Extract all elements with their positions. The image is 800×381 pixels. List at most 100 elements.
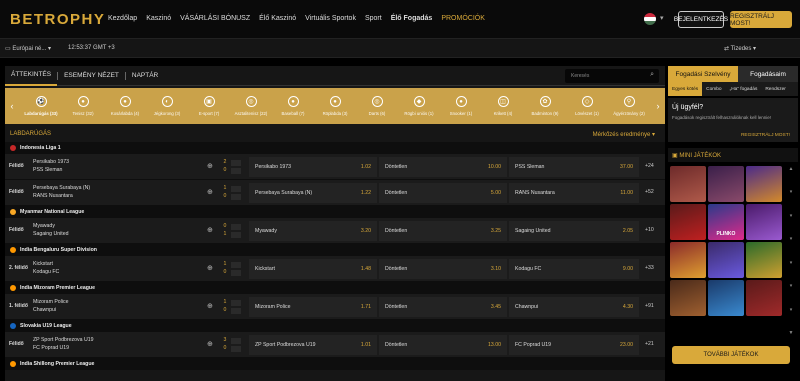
league-header[interactable]: Indonesia Liga 1 — [5, 142, 665, 154]
mini-game-tile[interactable] — [670, 166, 706, 202]
mini-game-tile[interactable] — [708, 166, 744, 202]
sport-item[interactable]: ✿ Badminton (9) — [525, 96, 565, 116]
more-markets-link[interactable]: +52 — [645, 189, 654, 195]
odd-away[interactable]: FC Poprad U19 23.00 — [509, 335, 639, 355]
more-markets-link[interactable]: +10 — [645, 227, 654, 233]
odd-draw[interactable]: Döntetlen 10.00 — [379, 157, 507, 177]
league-header[interactable]: Slovakia U19 League — [5, 320, 665, 332]
match-teams[interactable]: Myawady Sagaing United — [33, 222, 68, 238]
stats-icon[interactable]: ⊕ — [207, 188, 213, 196]
nav-item[interactable]: PROMÓCIÓK — [441, 15, 485, 22]
more-games-button[interactable]: TOVÁBBI JÁTÉKOK — [672, 346, 790, 364]
odd-home[interactable]: ZP Sport Podbrezova U19 1.01 — [249, 335, 377, 355]
sport-item[interactable]: ◇ Lövészet (1) — [567, 96, 607, 116]
nav-item[interactable]: Sport — [365, 15, 382, 22]
sport-item[interactable]: ⚲ Ágyérzönány (2) — [609, 96, 649, 116]
sport-item[interactable]: ◎ Darts (6) — [357, 96, 397, 116]
bet-type-system[interactable]: Rendszer — [761, 82, 790, 96]
chevron-right-icon[interactable]: › — [651, 101, 665, 111]
mini-game-tile[interactable] — [670, 242, 706, 278]
mini-game-tile[interactable]: PLINKO — [708, 204, 744, 240]
mini-game-tile[interactable] — [670, 204, 706, 240]
logo[interactable]: BETROPHY — [10, 11, 105, 28]
odd-away[interactable]: Sagaing United 2.05 — [509, 221, 639, 241]
timezone-select[interactable]: ▭ Európai né... ▾ — [5, 45, 51, 52]
sport-item[interactable]: ▣ E-sport (7) — [189, 96, 229, 116]
match-teams[interactable]: Persebaya Surabaya (N) RANS Nusantara — [33, 184, 90, 200]
nav-item[interactable]: Élő Fogadás — [391, 15, 433, 22]
mini-game-tile[interactable] — [746, 204, 782, 240]
match-teams[interactable]: ZP Sport Podbrezova U19 FC Poprad U19 — [33, 336, 93, 352]
chevron-left-icon[interactable]: ‹ — [5, 101, 19, 111]
nav-item[interactable]: Élő Kaszinó — [259, 15, 296, 22]
more-markets-link[interactable]: +91 — [645, 303, 654, 309]
league-header[interactable]: Myanmar National League — [5, 206, 665, 218]
odd-home[interactable]: Persebaya Surabaya (N) 1.22 — [249, 183, 377, 203]
sport-item[interactable]: ◆ Rögbi uniós (1) — [399, 96, 439, 116]
hungary-flag-icon[interactable] — [644, 13, 656, 25]
odd-draw[interactable]: Döntetlen 5.00 — [379, 183, 507, 203]
mini-game-tile[interactable] — [746, 280, 782, 316]
sport-item[interactable]: ◫ Krikett (4) — [483, 96, 523, 116]
league-header[interactable]: India Bengaluru Super Division — [5, 244, 665, 256]
tab-bet-slip[interactable]: Fogadási Szelvény — [668, 66, 738, 82]
sport-item[interactable]: ● Röplabda (3) — [315, 96, 355, 116]
odd-away[interactable]: Kodagu FC 9.00 — [509, 259, 639, 279]
match-teams[interactable]: Kickstart Kodagu FC — [33, 260, 59, 276]
register-button[interactable]: REGISZTRÁLJ MOST! — [730, 11, 792, 28]
nav-item[interactable]: VÁSÁRLÁSI BÓNUSZ — [180, 15, 250, 22]
sport-item[interactable]: ● Kosárlabda (4) — [105, 96, 145, 116]
search-input[interactable]: Keresés ⌕ — [565, 69, 659, 83]
odd-draw[interactable]: Döntetlen 3.25 — [379, 221, 507, 241]
odd-home[interactable]: Myawady 3.20 — [249, 221, 377, 241]
odd-away[interactable]: RANS Nusantara 11.00 — [509, 183, 639, 203]
sport-item[interactable]: ● Baseball (7) — [273, 96, 313, 116]
mini-game-tile[interactable] — [708, 280, 744, 316]
bet-type-single[interactable]: Egyes kötés — [668, 82, 703, 96]
odds-format-select[interactable]: ⇄ Tizedes ▾ — [724, 45, 756, 52]
match-teams[interactable]: Mizoram Police Chawnpui — [33, 298, 68, 314]
more-markets-link[interactable]: +24 — [645, 163, 654, 169]
stats-icon[interactable]: ⊕ — [207, 302, 213, 310]
bet-type-combo[interactable]: Combo — [702, 82, 725, 96]
league-header[interactable]: India Mizoram Premier League — [5, 282, 665, 294]
odd-draw[interactable]: Döntetlen 3.45 — [379, 297, 507, 317]
odd-home[interactable]: Persikabo 1973 1.02 — [249, 157, 377, 177]
tab-my-bets[interactable]: Fogadásaim — [738, 66, 798, 82]
nav-item[interactable]: Virtuális Sportok — [305, 15, 356, 22]
league-header[interactable]: India Shillong Premier League — [5, 358, 665, 370]
mini-game-tile[interactable] — [746, 242, 782, 278]
odd-home[interactable]: Mizoram Police 1.71 — [249, 297, 377, 317]
stats-icon[interactable]: ⊕ — [207, 264, 213, 272]
sport-item[interactable]: ● Snooker (1) — [441, 96, 481, 116]
odd-away[interactable]: Chawnpui 4.30 — [509, 297, 639, 317]
mini-game-tile[interactable] — [746, 166, 782, 202]
bet-type-if[interactable]: „Ha” fogadás — [726, 82, 762, 96]
mini-game-tile[interactable] — [670, 280, 706, 316]
stats-icon[interactable]: ⊕ — [207, 226, 213, 234]
login-button[interactable]: BEJELENTKEZÉS — [674, 11, 728, 28]
odd-draw[interactable]: Döntetlen 13.00 — [379, 335, 507, 355]
stats-icon[interactable]: ⊕ — [207, 162, 213, 170]
market-select[interactable]: Mérkőzés eredménye ▾ — [593, 131, 655, 138]
nav-item[interactable]: Kezdőlap — [108, 15, 137, 22]
sport-item[interactable]: ● Tenisz (32) — [63, 96, 103, 116]
odd-draw[interactable]: Döntetlen 3.10 — [379, 259, 507, 279]
sport-item[interactable]: ◎ Asztalitenisz (22) — [231, 96, 271, 116]
sport-item[interactable]: ◐ Jégkorong (3) — [147, 96, 187, 116]
more-markets-link[interactable]: +33 — [645, 265, 654, 271]
register-link[interactable]: REGISZTRÁLJ MOST! — [741, 133, 790, 138]
tab-overview[interactable]: ÁTTEKINTÉS — [5, 66, 58, 86]
odd-away[interactable]: PSS Sleman 37.00 — [509, 157, 639, 177]
tab-event-view[interactable]: ESEMÉNY NÉZET — [58, 66, 125, 86]
odd-home[interactable]: Kickstart 1.48 — [249, 259, 377, 279]
tab-calendar[interactable]: NAPTÁR — [126, 66, 164, 86]
more-markets-link[interactable]: +21 — [645, 341, 654, 347]
nav-item[interactable]: Kaszinó — [146, 15, 171, 22]
mini-game-tile[interactable] — [708, 242, 744, 278]
match-teams[interactable]: Persikabo 1973 PSS Sleman — [33, 158, 69, 174]
sport-item[interactable]: ⚽ Labdarúgás (33) — [21, 96, 61, 116]
stats-icon[interactable]: ⊕ — [207, 340, 213, 348]
games-scroll[interactable]: ▲ ▾ ▾ ▾ ▾ ▾ ▾ ▼ — [786, 166, 796, 336]
chevron-down-icon[interactable]: ▾ — [660, 14, 664, 22]
